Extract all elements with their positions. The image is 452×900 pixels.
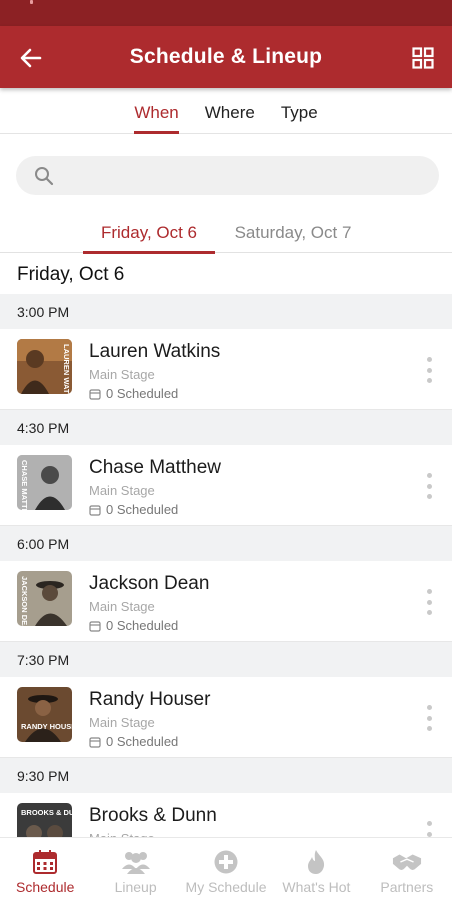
stage-name: Main Stage bbox=[89, 483, 155, 498]
artist-name: Chase Matthew bbox=[89, 457, 222, 478]
nav-schedule[interactable]: Schedule bbox=[0, 838, 90, 900]
app-bar: Schedule & Lineup bbox=[0, 26, 452, 88]
scheduled-label: 0 Scheduled bbox=[106, 502, 179, 517]
more-dot-icon bbox=[426, 705, 432, 710]
thumbnail-text: LAUREN WATKINS bbox=[62, 344, 71, 394]
bottom-nav: Schedule Lineup My Schedule What's Hot P… bbox=[0, 837, 452, 900]
nav-partners[interactable]: Partners bbox=[362, 838, 452, 900]
status-indicator bbox=[30, 0, 33, 4]
tab-friday[interactable]: Friday, Oct 6 bbox=[83, 214, 215, 254]
calendar-icon bbox=[33, 850, 58, 874]
schedule-list: 3:00 PM LAUREN WATKINS Lauren Watkins Ma… bbox=[0, 294, 452, 874]
more-dot-icon bbox=[426, 483, 432, 489]
thumbnail-text: RANDY HOUSER bbox=[21, 722, 72, 731]
more-dot-icon bbox=[426, 599, 432, 605]
search-bar[interactable] bbox=[16, 156, 439, 195]
page-title: Schedule & Lineup bbox=[129, 45, 323, 68]
artist-thumbnail: CHASE MATTHEW bbox=[17, 455, 72, 510]
people-icon bbox=[121, 852, 150, 874]
scheduled-label: 0 Scheduled bbox=[106, 386, 179, 401]
back-button[interactable] bbox=[14, 41, 48, 75]
date-tabs: Friday, Oct 6 Saturday, Oct 7 bbox=[0, 214, 452, 254]
nav-whats-hot[interactable]: What's Hot bbox=[271, 838, 361, 900]
artist-name: Jackson Dean bbox=[89, 573, 210, 594]
day-heading: Friday, Oct 6 bbox=[17, 264, 125, 285]
more-dot-icon bbox=[426, 473, 432, 478]
more-dot-icon bbox=[426, 367, 432, 373]
tab-saturday[interactable]: Saturday, Oct 7 bbox=[222, 214, 364, 253]
nav-label: Lineup bbox=[114, 879, 157, 895]
scheduled-count: 0 Scheduled bbox=[89, 502, 178, 517]
event-row-chase-matthew[interactable]: CHASE MATTHEW Chase Matthew Main Stage 0… bbox=[0, 445, 452, 526]
thumbnail-text: JACKSON DEAN bbox=[20, 576, 29, 626]
more-options-button[interactable] bbox=[419, 587, 439, 617]
more-dot-icon bbox=[426, 715, 432, 721]
calendar-small-icon bbox=[89, 388, 101, 400]
event-row-lauren-watkins[interactable]: LAUREN WATKINS Lauren Watkins Main Stage… bbox=[0, 329, 452, 410]
tab-where[interactable]: Where bbox=[192, 88, 268, 134]
more-dot-icon bbox=[426, 378, 432, 383]
more-dot-icon bbox=[426, 831, 432, 837]
scheduled-count: 0 Scheduled bbox=[89, 618, 178, 633]
calendar-small-icon bbox=[89, 504, 101, 516]
search-input[interactable] bbox=[64, 166, 424, 185]
event-row-randy-houser[interactable]: RANDY HOUSER Randy Houser Main Stage 0 S… bbox=[0, 677, 452, 758]
arrow-left-icon bbox=[20, 48, 42, 68]
calendar-small-icon bbox=[89, 620, 101, 632]
scheduled-label: 0 Scheduled bbox=[106, 734, 179, 749]
more-options-button[interactable] bbox=[419, 703, 439, 733]
more-dot-icon bbox=[426, 357, 432, 362]
more-options-button[interactable] bbox=[419, 355, 439, 385]
nav-label: My Schedule bbox=[185, 879, 267, 895]
artist-name: Randy Houser bbox=[89, 689, 211, 710]
thumbnail-text: BROOKS & DUNN bbox=[21, 808, 72, 817]
time-header: 7:30 PM bbox=[0, 642, 452, 677]
stage-name: Main Stage bbox=[89, 367, 155, 382]
artist-thumbnail: JACKSON DEAN bbox=[17, 571, 72, 626]
more-dot-icon bbox=[426, 494, 432, 499]
artist-name: Brooks & Dunn bbox=[89, 805, 217, 826]
more-dot-icon bbox=[426, 726, 432, 731]
scheduled-count: 0 Scheduled bbox=[89, 734, 178, 749]
plus-circle-icon bbox=[214, 850, 238, 874]
status-bar bbox=[0, 0, 452, 26]
event-row-jackson-dean[interactable]: JACKSON DEAN Jackson Dean Main Stage 0 S… bbox=[0, 561, 452, 642]
more-dot-icon bbox=[426, 610, 432, 615]
artist-thumbnail: RANDY HOUSER bbox=[17, 687, 72, 742]
flame-icon bbox=[308, 850, 325, 874]
tab-when[interactable]: When bbox=[121, 88, 191, 134]
scheduled-count: 0 Scheduled bbox=[89, 386, 178, 401]
more-dot-icon bbox=[426, 589, 432, 594]
nav-label: Schedule bbox=[16, 879, 75, 895]
time-header: 6:00 PM bbox=[0, 526, 452, 561]
nav-lineup[interactable]: Lineup bbox=[90, 838, 180, 900]
time-header: 3:00 PM bbox=[0, 294, 452, 329]
search-icon bbox=[35, 166, 54, 185]
stage-name: Main Stage bbox=[89, 599, 155, 614]
artist-thumbnail: LAUREN WATKINS bbox=[17, 339, 72, 394]
time-header: 9:30 PM bbox=[0, 758, 452, 793]
tab-type[interactable]: Type bbox=[268, 88, 331, 134]
thumbnail-text: CHASE MATTHEW bbox=[20, 460, 29, 510]
grid-view-button[interactable] bbox=[406, 41, 440, 75]
more-options-button[interactable] bbox=[419, 471, 439, 501]
artist-name: Lauren Watkins bbox=[89, 341, 221, 362]
more-dot-icon bbox=[426, 821, 432, 826]
grid-view-icon bbox=[412, 47, 434, 69]
handshake-icon bbox=[392, 854, 421, 870]
nav-label: What's Hot bbox=[282, 879, 351, 895]
nav-my-schedule[interactable]: My Schedule bbox=[181, 838, 271, 900]
filter-tabs: When Where Type bbox=[0, 88, 452, 134]
calendar-small-icon bbox=[89, 736, 101, 748]
nav-label: Partners bbox=[380, 879, 434, 895]
time-header: 4:30 PM bbox=[0, 410, 452, 445]
scheduled-label: 0 Scheduled bbox=[106, 618, 179, 633]
stage-name: Main Stage bbox=[89, 715, 155, 730]
